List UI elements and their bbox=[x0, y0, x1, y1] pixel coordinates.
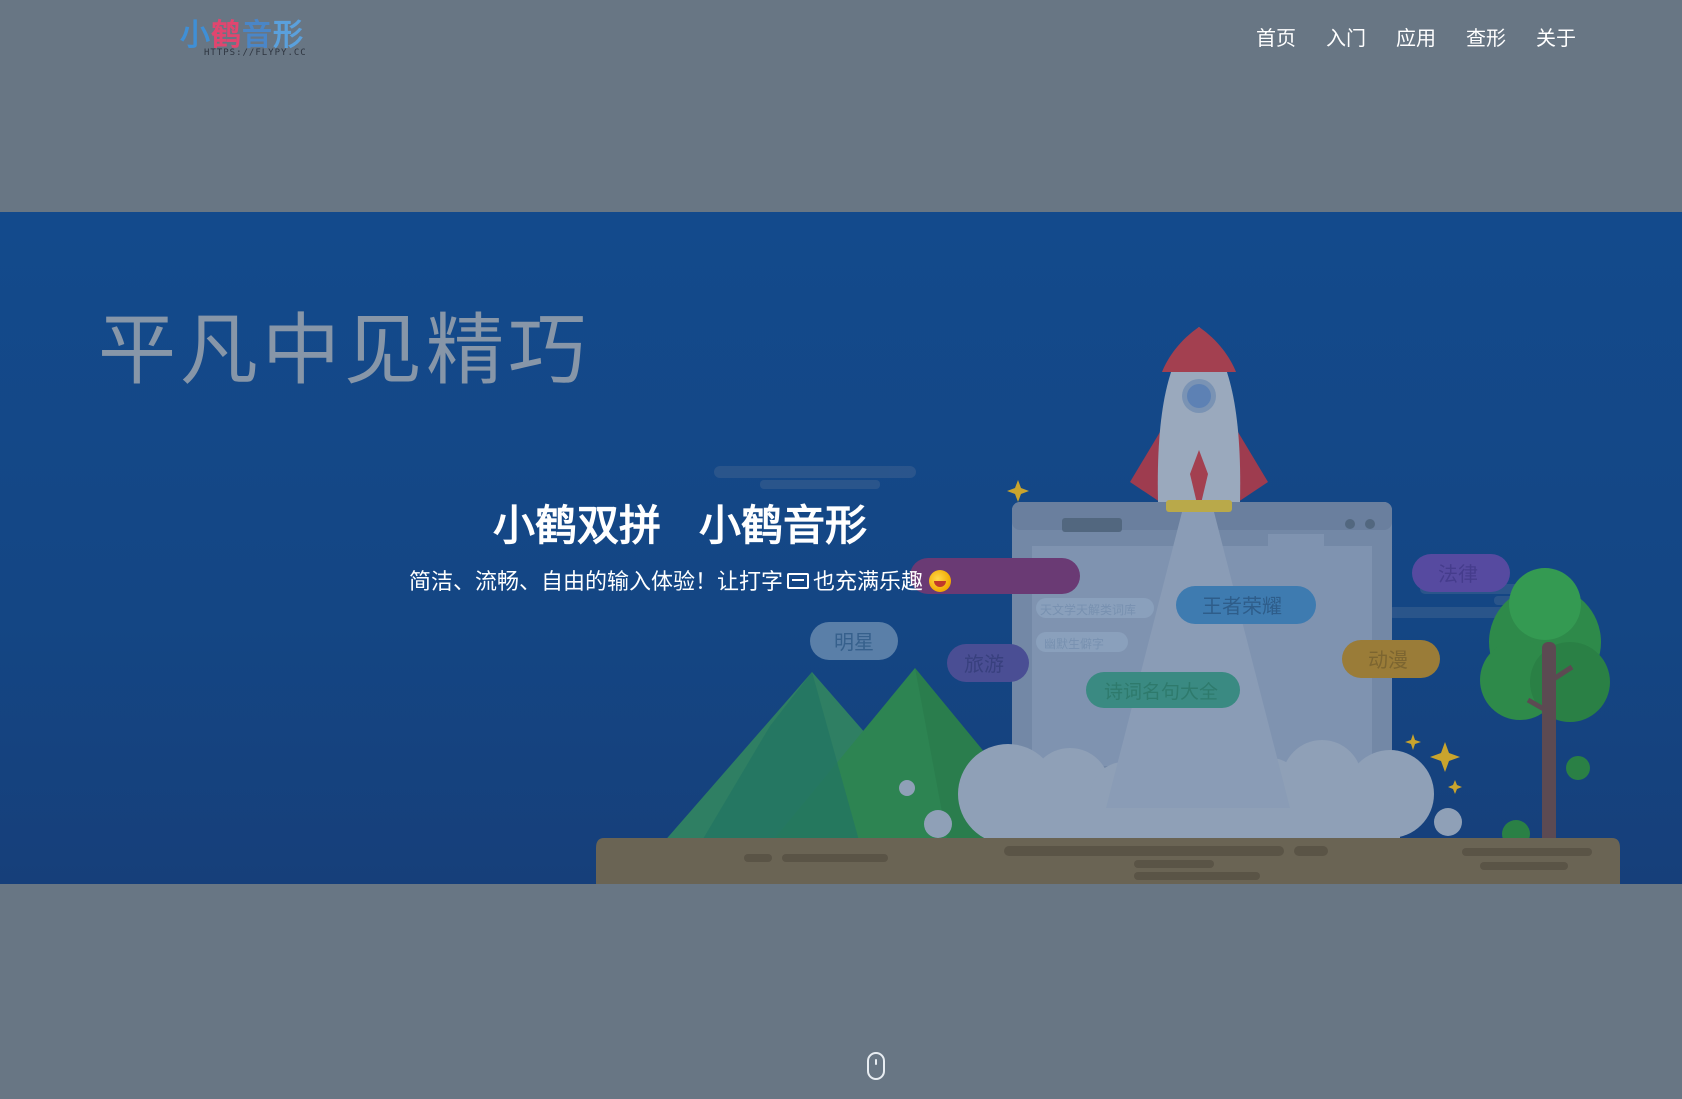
hero-slogan: 平凡中见精巧 bbox=[98, 306, 590, 396]
nav-lookup[interactable]: 查形 bbox=[1466, 18, 1506, 55]
tag-mingxing: 明星 bbox=[834, 630, 874, 654]
hero-title: 小鹤双拼 小鹤音形 bbox=[0, 492, 1360, 553]
hero-banner: 平凡中见精巧 明星 旅游 诗词名句大全 王者荣耀 法律 动漫 天文学天解类词库 … bbox=[0, 212, 1682, 884]
tree bbox=[1480, 568, 1610, 848]
mouse-scroll-icon[interactable] bbox=[867, 1052, 885, 1080]
hero-subtitle: 简洁、流畅、自由的输入体验！让打字 也充满乐趣 bbox=[0, 564, 1360, 596]
nav-home[interactable]: 首页 bbox=[1256, 18, 1296, 55]
rocket bbox=[1130, 327, 1268, 512]
main-nav: 首页 入门 应用 查形 关于 bbox=[1256, 18, 1576, 55]
tag-lvyou: 旅游 bbox=[964, 652, 1004, 676]
tag-falv: 法律 bbox=[1438, 562, 1478, 586]
hero-title-yinxing: 小鹤音形 bbox=[699, 501, 868, 550]
hero-subtitle-text-1: 简洁、流畅、自由的输入体验！让打字 bbox=[408, 570, 783, 595]
logo-url: HTTPS://FLYPY.CC bbox=[204, 48, 307, 58]
tag-dongman: 动漫 bbox=[1368, 648, 1408, 672]
keyboard-icon bbox=[787, 573, 809, 589]
hero-subtitle-text-2: 也充满乐趣 bbox=[813, 570, 924, 595]
tag-tianwen: 天文学天解类词库 bbox=[1040, 602, 1136, 617]
site-logo[interactable]: 小鹤音形 HTTPS://FLYPY.CC bbox=[180, 10, 320, 60]
site-header: 小鹤音形 HTTPS://FLYPY.CC 首页 入门 应用 查形 关于 bbox=[0, 0, 1682, 212]
rofl-emoji-icon bbox=[929, 570, 952, 592]
nav-about[interactable]: 关于 bbox=[1536, 18, 1576, 55]
tag-shengzi: 幽默生僻字 bbox=[1044, 636, 1104, 651]
nav-apps[interactable]: 应用 bbox=[1396, 18, 1436, 55]
hero-title-shuangpin: 小鹤双拼 bbox=[492, 501, 661, 550]
tag-wangzhe: 王者荣耀 bbox=[1202, 594, 1282, 618]
page: 小鹤音形 HTTPS://FLYPY.CC 首页 入门 应用 查形 关于 平凡中… bbox=[0, 0, 1682, 1099]
tag-shici: 诗词名句大全 bbox=[1104, 681, 1218, 703]
nav-getting-started[interactable]: 入门 bbox=[1326, 18, 1366, 55]
ground bbox=[596, 838, 1620, 884]
